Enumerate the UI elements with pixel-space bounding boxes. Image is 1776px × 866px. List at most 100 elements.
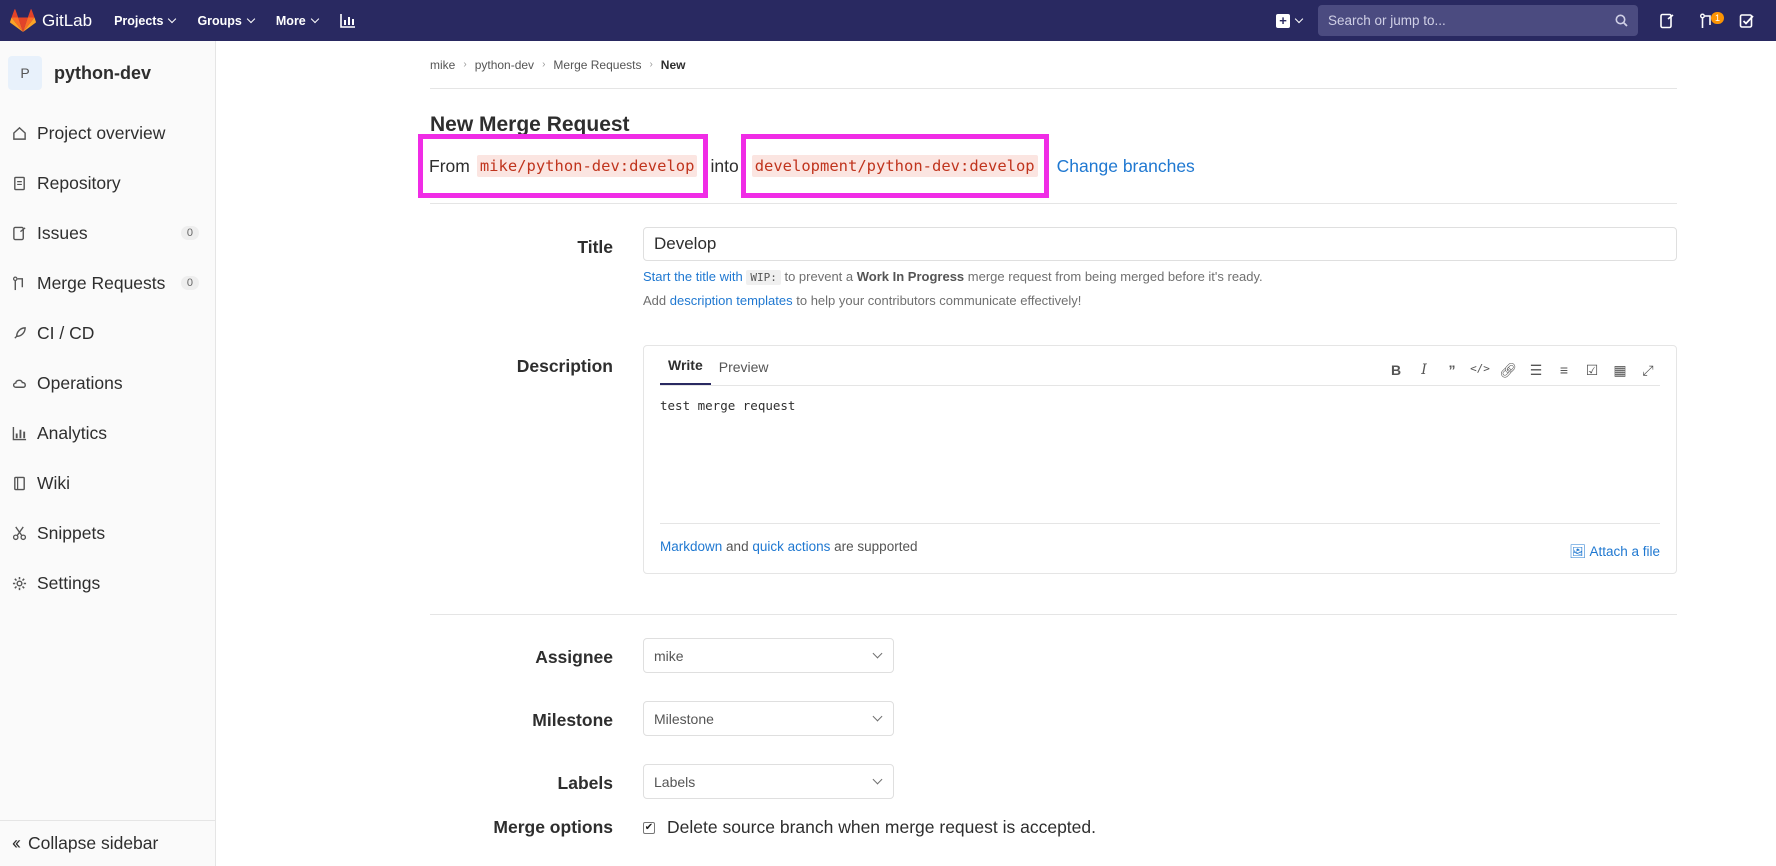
breadcrumb-new[interactable]: New: [661, 58, 686, 72]
chevron-right-icon: ›: [463, 59, 467, 70]
collapse-sidebar-button[interactable]: ‹‹ Collapse sidebar: [0, 820, 215, 866]
delete-branch-checkbox[interactable]: ✔: [643, 821, 655, 834]
project-sidebar: P python-dev Project overview Repository…: [0, 41, 216, 866]
wip-help-end: merge request from being merged before i…: [967, 269, 1263, 284]
quote-icon[interactable]: ”: [1438, 362, 1466, 379]
search-input[interactable]: [1328, 13, 1615, 28]
bar-chart-icon: [339, 14, 355, 28]
sidebar-item-label: Operations: [37, 372, 123, 393]
nav-more-dropdown[interactable]: More: [276, 14, 320, 28]
tab-preview[interactable]: Preview: [711, 359, 777, 385]
attach-file-label: Attach a file: [1589, 544, 1660, 559]
todos-nav-button[interactable]: [1736, 10, 1758, 32]
issues-icon: [1660, 13, 1674, 28]
branch-selection: From mike/python-dev:develop into develo…: [418, 134, 1677, 198]
merge-icon: [12, 276, 24, 290]
breadcrumb-python-dev[interactable]: python-dev: [475, 58, 534, 72]
top-navbar: GitLab Projects Groups More + Search or …: [0, 0, 1776, 41]
sidebar-item-snippets[interactable]: Snippets: [0, 508, 215, 558]
merge-requests-nav-button[interactable]: 1: [1696, 10, 1724, 32]
breadcrumb-merge-requests[interactable]: Merge Requests: [553, 58, 641, 72]
sidebar-item-wiki[interactable]: Wiki: [0, 458, 215, 508]
md-supported: are supported: [834, 539, 918, 554]
plus-icon: +: [1276, 13, 1290, 28]
assignee-label: Assignee: [535, 647, 613, 667]
chevron-down-icon: [246, 14, 256, 23]
chevron-down-icon: [310, 14, 320, 23]
activity-chart-button[interactable]: [339, 13, 356, 28]
nav-projects-dropdown[interactable]: Projects: [114, 13, 177, 28]
milestone-select[interactable]: Milestone: [643, 701, 894, 736]
labels-select[interactable]: Labels: [643, 764, 894, 799]
labels-row: Labels Labels: [430, 764, 1677, 799]
code-icon[interactable]: </>: [1466, 362, 1494, 379]
new-dropdown-button[interactable]: +: [1276, 13, 1304, 28]
sidebar-item-settings[interactable]: Settings: [0, 558, 215, 608]
brand-name: GitLab: [42, 10, 93, 30]
milestone-value: Milestone: [654, 710, 714, 727]
table-icon[interactable]: ▦: [1606, 362, 1634, 379]
target-branch-highlight: development/python-dev:develop: [740, 134, 1049, 198]
sidebar-item-label: Project overview: [37, 122, 166, 143]
sidebar-item-label: Wiki: [37, 472, 71, 493]
task-list-icon[interactable]: ☑: [1578, 362, 1606, 379]
book-icon: [14, 476, 25, 490]
project-avatar: P: [8, 56, 42, 90]
cloud-icon: [12, 379, 26, 388]
wip-help-link[interactable]: Start the title with WIP:: [643, 269, 781, 285]
attach-file-button[interactable]: 🖼︎ Attach a file: [1569, 544, 1660, 560]
bullet-list-icon[interactable]: ☰: [1522, 362, 1550, 379]
description-templates-link[interactable]: description templates: [670, 293, 793, 308]
description-textarea[interactable]: test merge request: [660, 398, 1660, 524]
bold-icon[interactable]: B: [1382, 362, 1410, 379]
markdown-link[interactable]: Markdown: [660, 539, 722, 554]
sidebar-item-repository[interactable]: Repository: [0, 158, 215, 208]
nav-projects-label: Projects: [114, 13, 164, 28]
sidebar-nav: Project overview Repository Issues 0 Mer…: [0, 108, 215, 608]
quick-actions-link[interactable]: quick actions: [752, 539, 830, 554]
sidebar-item-label: Snippets: [37, 522, 106, 543]
sidebar-item-label: Analytics: [37, 422, 108, 443]
issues-count-badge: 0: [180, 226, 199, 240]
assignee-select[interactable]: mike: [643, 638, 894, 673]
main-content: mike › python-dev › Merge Requests › New…: [418, 41, 1677, 838]
delete-branch-label: Delete source branch when merge request …: [667, 817, 1096, 837]
issues-nav-button[interactable]: [1656, 10, 1678, 32]
chevron-down-icon: [872, 648, 883, 659]
italic-icon[interactable]: I: [1410, 362, 1438, 379]
editor-footer: Markdown and quick actions are supported…: [660, 539, 1660, 560]
sidebar-item-merge-requests[interactable]: Merge Requests 0: [0, 258, 215, 308]
merge-options-label: Merge options: [493, 817, 613, 837]
sidebar-item-operations[interactable]: Operations: [0, 358, 215, 408]
md-and: and: [726, 539, 749, 554]
sidebar-item-issues[interactable]: Issues 0: [0, 208, 215, 258]
change-branches-link[interactable]: Change branches: [1057, 156, 1195, 177]
chevron-down-icon: [168, 14, 177, 23]
wip-help-text: Start the title with WIP: to prevent a W…: [643, 269, 1677, 285]
breadcrumb-mike[interactable]: mike: [430, 58, 455, 72]
wip-help-bold: Work In Progress: [856, 269, 965, 284]
image-icon: 🖼︎: [1569, 544, 1587, 559]
fullscreen-icon[interactable]: ⤢: [1634, 362, 1662, 379]
numbered-list-icon[interactable]: ≡: [1550, 362, 1578, 379]
gitlab-logo[interactable]: GitLab: [10, 8, 93, 33]
search-icon: [1615, 14, 1628, 27]
project-header[interactable]: P python-dev: [0, 41, 215, 95]
nav-groups-dropdown[interactable]: Groups: [197, 14, 256, 28]
title-input[interactable]: [643, 227, 1677, 261]
tab-write[interactable]: Write: [660, 357, 711, 385]
sidebar-item-ci-cd[interactable]: CI / CD: [0, 308, 215, 358]
milestone-label: Milestone: [532, 710, 613, 730]
divider: [430, 203, 1677, 204]
search-bar[interactable]: [1318, 5, 1638, 36]
link-icon[interactable]: 🔗︎: [1494, 362, 1522, 379]
sidebar-item-project-overview[interactable]: Project overview: [0, 108, 215, 158]
merge-requests-count-badge: 0: [180, 276, 199, 290]
breadcrumb: mike › python-dev › Merge Requests › New: [430, 41, 1677, 89]
sidebar-item-label: Settings: [37, 572, 101, 593]
sidebar-item-analytics[interactable]: Analytics: [0, 408, 215, 458]
wip-help-link-text: Start the title with: [643, 269, 743, 284]
sidebar-item-label: Issues: [37, 222, 88, 243]
wip-code: WIP:: [746, 270, 781, 285]
source-branch: mike/python-dev:develop: [476, 155, 698, 177]
